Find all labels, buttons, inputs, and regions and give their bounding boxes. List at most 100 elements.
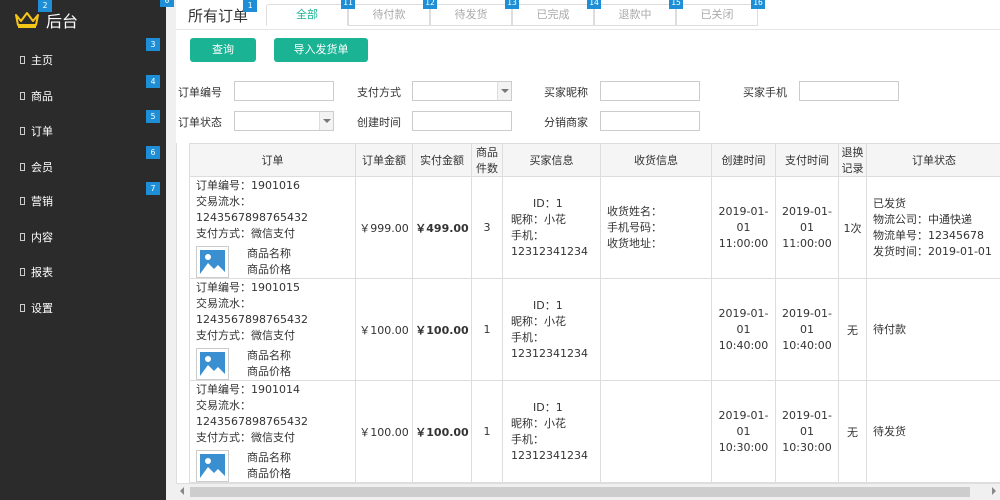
buyer-nick: 昵称：小花: [511, 314, 566, 328]
paid-time: 2019-01-01 11:00:00: [775, 176, 839, 279]
product-name: 商品名称: [247, 348, 291, 362]
product-image-icon: [196, 347, 229, 380]
status-line: 物流单号：12345678: [873, 228, 984, 242]
order-no: 订单编号：1901016: [196, 178, 300, 192]
refund-record: 1次: [838, 176, 867, 279]
trade-no: 交易流水：1243567898765432: [196, 398, 308, 428]
sidebar-item-label: 会员: [31, 161, 53, 174]
product-price: 商品价格: [247, 466, 291, 480]
paid-clock: 10:40:00: [782, 338, 832, 352]
buyer-nick: 昵称：小花: [511, 212, 566, 226]
buyer-nick-label: 买家昵称: [544, 86, 588, 99]
product-price: 商品价格: [247, 262, 291, 276]
order-no-label: 订单编号: [178, 86, 222, 99]
buyer-phone-input[interactable]: [799, 81, 899, 101]
buyer-id: ID：1: [533, 298, 563, 312]
scroll-right-icon[interactable]: [992, 487, 996, 495]
order-cell: 订单编号：1901016 交易流水：1243567898765432 支付方式：微信…: [189, 176, 356, 279]
sidebar-item-home[interactable]: 主页: [0, 43, 166, 77]
buyer-phone: 12312341234: [511, 448, 588, 462]
table-row: 订单编号：1901014 交易流水：1243567898765432 支付方式：微信…: [189, 380, 1000, 483]
buyer-nick-input[interactable]: [600, 81, 700, 101]
tab-pending-payment[interactable]: 待付款: [348, 4, 430, 26]
menu-item-icon: [20, 56, 25, 64]
order-cell: 订单编号：1901015 交易流水：1243567898765432 支付方式：微信…: [189, 278, 356, 381]
trade-no: 交易流水：1243567898765432: [196, 296, 308, 326]
table-header-row: 订单 订单金额 实付金额 商品 件数 买家信息 收货信息 创建时间 支付时间 退换…: [189, 143, 1000, 177]
quantity: 1: [471, 380, 503, 483]
order-no-input[interactable]: [234, 81, 334, 101]
buyer-phone: 12312341234: [511, 346, 588, 360]
created-clock: 10:40:00: [718, 338, 769, 352]
sidebar-item-members[interactable]: 会员: [0, 150, 166, 184]
status-line: 物流公司：中通快递: [873, 212, 972, 226]
tab-closed[interactable]: 已关闭: [676, 4, 758, 26]
quantity: 1: [471, 278, 503, 381]
tab-refunding[interactable]: 退款中: [594, 4, 676, 26]
product-price: 商品价格: [247, 364, 291, 378]
order-amount: ￥999.00: [355, 176, 413, 279]
col-order: 订单: [189, 143, 356, 177]
tab-all[interactable]: 全部: [266, 4, 348, 26]
distributor-input[interactable]: [600, 111, 700, 131]
col-receiver: 收货信息: [600, 143, 712, 177]
pay-method-select[interactable]: [412, 81, 512, 101]
col-qty-line2: 件数: [476, 162, 498, 175]
menu-item-icon: [20, 197, 25, 205]
annotation-badge: 2: [38, 0, 52, 12]
buyer-nick: 昵称：小花: [511, 416, 566, 430]
tab-completed[interactable]: 已完成: [512, 4, 594, 26]
created-time-label: 创建时间: [357, 116, 401, 129]
query-button[interactable]: 查询: [190, 38, 256, 62]
annotation-badge: 1: [243, 0, 257, 12]
horizontal-scrollbar[interactable]: [176, 483, 1000, 500]
menu-item-icon: [20, 268, 25, 276]
col-created: 创建时间: [711, 143, 776, 177]
product-name: 商品名称: [247, 246, 291, 260]
sidebar-item-settings[interactable]: 设置: [0, 291, 166, 325]
paid-amount: ￥100.00: [412, 278, 472, 381]
sidebar-item-label: 设置: [31, 302, 53, 315]
scrollbar-thumb[interactable]: [190, 487, 970, 497]
created-time-input[interactable]: [412, 111, 512, 131]
sidebar-item-orders[interactable]: 订单: [0, 114, 166, 148]
col-paid-time: 支付时间: [775, 143, 839, 177]
paid-clock: 11:00:00: [782, 236, 832, 250]
sidebar-item-marketing[interactable]: 营销: [0, 184, 166, 218]
receiver-phone: 手机号码：: [607, 220, 662, 234]
sidebar-item-label: 营销: [31, 195, 53, 208]
paid-date: 2019-01-01: [782, 306, 832, 336]
sidebar-item-label: 内容: [31, 231, 53, 244]
created-time: 2019-01-01 11:00:00: [711, 176, 776, 279]
tab-pending-shipment[interactable]: 待发货: [430, 4, 512, 26]
product-name: 商品名称: [247, 450, 291, 464]
paid-amount: ￥100.00: [412, 380, 472, 483]
trade-no: 交易流水：1243567898765432: [196, 194, 308, 224]
annotation-badge: 7: [146, 182, 160, 195]
menu-item-icon: [20, 233, 25, 241]
sidebar: 后台 主页 商品 订单 会员 营销 内容 报表 设置: [0, 0, 166, 500]
buyer-cell: ID：1 昵称：小花 手机： 12312341234: [502, 380, 601, 483]
sidebar-item-reports[interactable]: 报表: [0, 255, 166, 289]
status-cell: 待付款: [866, 278, 1000, 381]
sidebar-item-content[interactable]: 内容: [0, 220, 166, 254]
page-title: 所有订单: [188, 7, 249, 25]
sidebar-item-label: 主页: [31, 54, 53, 67]
scroll-left-icon[interactable]: [180, 487, 184, 495]
action-bar: 查询 导入发货单: [176, 34, 1000, 68]
order-amount: ￥100.00: [355, 380, 413, 483]
pay-method-label: 支付方式: [357, 86, 401, 99]
distributor-label: 分销商家: [544, 116, 588, 129]
menu-item-icon: [20, 92, 25, 100]
buyer-cell: ID：1 昵称：小花 手机： 12312341234: [502, 176, 601, 279]
receiver-cell: 收货姓名： 手机号码： 收货地址：: [600, 176, 712, 279]
order-cell: 订单编号：1901014 交易流水：1243567898765432 支付方式：微信…: [189, 380, 356, 483]
created-date: 2019-01-01: [718, 204, 769, 234]
order-status-select[interactable]: [234, 111, 334, 131]
sidebar-item-label: 报表: [31, 266, 53, 279]
import-shipment-button[interactable]: 导入发货单: [274, 38, 368, 62]
menu-item-icon: [20, 127, 25, 135]
sidebar-item-products[interactable]: 商品: [0, 79, 166, 113]
paid-date: 2019-01-01: [782, 204, 832, 234]
status-line: 发货时间：2019-01-01: [873, 244, 992, 258]
